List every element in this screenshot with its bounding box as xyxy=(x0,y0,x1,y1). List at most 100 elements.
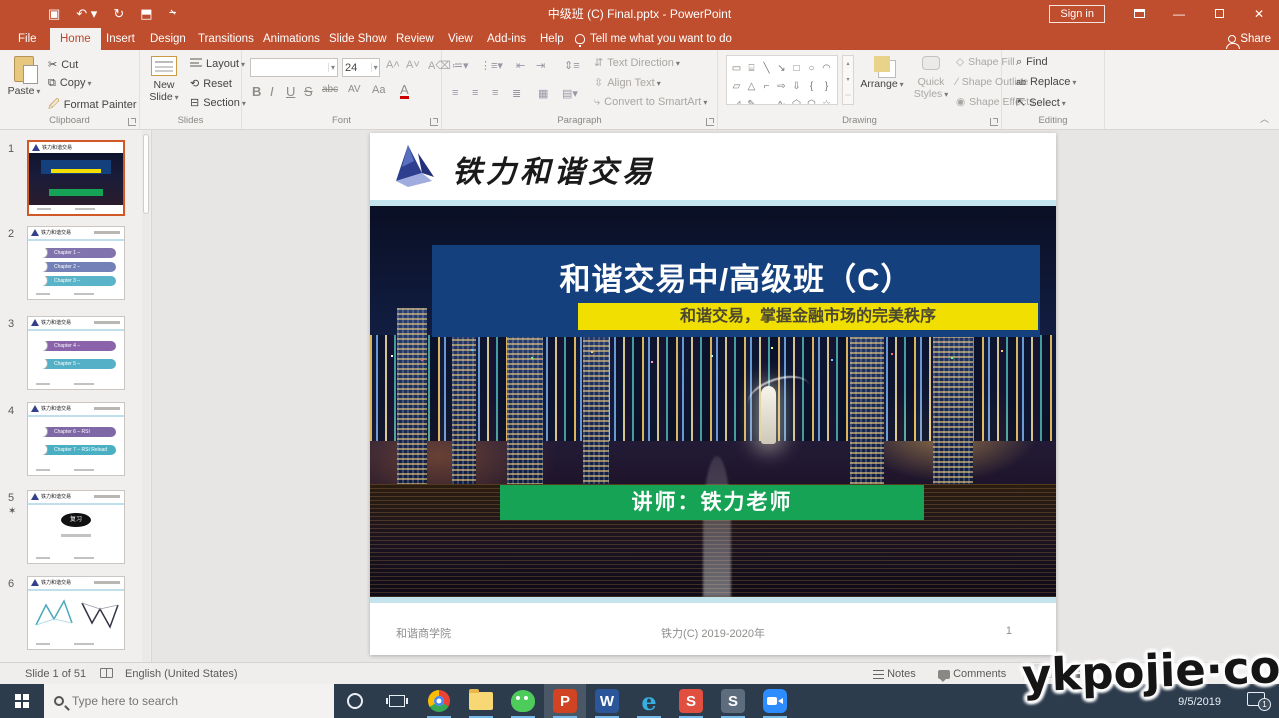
tray-date[interactable]: 9/5/2019 xyxy=(1178,696,1221,708)
grow-font-icon[interactable]: A˄ xyxy=(386,59,400,71)
text-direction-button[interactable]: ⇵Text Direction▾ xyxy=(594,56,680,69)
tab-slideshow[interactable]: Slide Show xyxy=(319,28,397,50)
font-color-icon[interactable]: A xyxy=(400,84,409,99)
app-gray-s-taskbar-button[interactable]: S xyxy=(712,684,754,718)
format-painter-button[interactable]: 🖉Format Painter xyxy=(48,96,136,115)
italic-button[interactable]: I xyxy=(270,84,274,99)
sign-in-button[interactable]: Sign in xyxy=(1049,5,1105,23)
thumbnail-slide-2[interactable]: 铁力和谐交易 Chapter 1 – Chapter 2 – Chapter 3… xyxy=(27,226,125,300)
shadow-abc-icon[interactable]: abc xyxy=(322,84,338,95)
thumbnail-slide-3[interactable]: 铁力和谐交易 Chapter 4 – Chapter 5 – xyxy=(27,316,125,390)
bullets-icon[interactable]: ≔▾ xyxy=(452,59,468,73)
drawing-dialog-launcher[interactable] xyxy=(990,118,998,126)
tell-me-box[interactable]: Tell me what you want to do xyxy=(575,28,732,50)
tab-addins[interactable]: Add-ins xyxy=(477,28,536,50)
select-button[interactable]: ⇱Select▾ xyxy=(1016,96,1066,109)
shrink-font-icon[interactable]: A˅ xyxy=(406,59,420,71)
align-text-button[interactable]: ⇳Align Text▾ xyxy=(594,76,661,89)
instructor-banner[interactable]: 讲师：铁力老师 xyxy=(500,485,924,520)
clipboard-dialog-launcher[interactable] xyxy=(128,118,136,126)
tab-help[interactable]: Help xyxy=(530,28,574,50)
edge-icon: e xyxy=(637,689,661,713)
zoom-taskbar-button[interactable] xyxy=(754,684,796,718)
search-icon xyxy=(54,696,64,706)
restore-icon[interactable] xyxy=(1199,0,1239,28)
powerpoint-taskbar-button[interactable]: P xyxy=(544,684,586,718)
wechat-taskbar-button[interactable] xyxy=(502,684,544,718)
task-view-button[interactable] xyxy=(376,684,418,718)
font-size-combo[interactable]: ▾ xyxy=(342,58,380,77)
shapes-gallery[interactable]: ▭⌸╲↘□○◠ ▱△⌐⇨⇩{} ◿✎◡∿⬠⬡☆ xyxy=(726,55,838,105)
increase-indent-icon[interactable]: ⇥ xyxy=(536,59,552,73)
slide-title-box[interactable]: 和谐交易中/高级班（C） 和谐交易，掌握金融市场的完美秩序 xyxy=(432,245,1040,337)
taskbar-search[interactable] xyxy=(44,684,334,718)
strikethrough-button[interactable]: S xyxy=(304,84,313,99)
replace-button[interactable]: abReplace▾ xyxy=(1016,76,1076,88)
font-name-input[interactable] xyxy=(251,62,328,74)
columns-icon[interactable]: ▦ xyxy=(538,87,554,101)
word-taskbar-button[interactable]: W xyxy=(586,684,628,718)
slide-subtitle-bar[interactable]: 和谐交易，掌握金融市场的完美秩序 xyxy=(578,303,1038,330)
thumbnail-slide-5[interactable]: 铁力和谐交易 复习 xyxy=(27,490,125,564)
collapse-ribbon-icon[interactable]: ︿ xyxy=(1260,112,1269,125)
comments-button[interactable]: Comments xyxy=(938,663,1006,685)
thumbnail-slide-4[interactable]: 铁力和谐交易 Chapter 6 – RSI Chapter 7 – RSI R… xyxy=(27,402,125,476)
align-left-icon[interactable]: ≡ xyxy=(452,87,468,101)
cut-button[interactable]: ✂Cut xyxy=(48,58,78,71)
mini-chart-left xyxy=(34,597,74,631)
line-spacing-icon[interactable]: ⇕≡ xyxy=(564,59,580,73)
thumbnail-slide-6[interactable]: 铁力和谐交易 xyxy=(27,576,125,650)
convert-smartart-button[interactable]: ⤷Convert to SmartArt▾ xyxy=(594,96,707,109)
tab-view[interactable]: View xyxy=(438,28,483,50)
paste-button[interactable]: Paste▾ xyxy=(2,54,46,97)
thumbnail-scrollbar[interactable] xyxy=(142,130,150,662)
shapes-gallery-scroll[interactable]: ▴▾⋯ xyxy=(842,55,854,105)
cortana-icon xyxy=(347,693,363,709)
underline-button[interactable]: U xyxy=(286,84,295,99)
app-red-s-taskbar-button[interactable]: S xyxy=(670,684,712,718)
start-button[interactable] xyxy=(0,684,44,718)
arrange-button[interactable]: Arrange▾ xyxy=(858,54,906,90)
character-spacing-icon[interactable]: AV xyxy=(348,84,361,95)
font-dialog-launcher[interactable] xyxy=(430,118,438,126)
distribute-icon[interactable]: ▤▾ xyxy=(562,87,578,101)
tab-review[interactable]: Review xyxy=(386,28,444,50)
align-right-icon[interactable]: ≡ xyxy=(492,87,508,101)
numbering-icon[interactable]: ⋮≡▾ xyxy=(480,59,496,73)
reset-button[interactable]: ⟲Reset xyxy=(190,77,232,90)
align-center-icon[interactable]: ≡ xyxy=(472,87,488,101)
justify-icon[interactable]: ≣ xyxy=(512,87,528,101)
change-case-icon[interactable]: Aa xyxy=(372,84,385,96)
slide-canvas[interactable]: 铁力和谐交易 和谐交易中/高级班（C） 和谐交易，掌握金融市场的完美秩序 讲师：… xyxy=(370,133,1056,655)
bold-button[interactable]: B xyxy=(252,84,261,99)
tab-insert[interactable]: Insert xyxy=(96,28,145,50)
slide-footer: 和谐商学院 铁力(C) 2019-2020年 1 xyxy=(370,603,1056,655)
font-name-combo[interactable]: ▾ xyxy=(250,58,338,77)
tab-file[interactable]: File xyxy=(8,28,47,50)
edge-taskbar-button[interactable]: e xyxy=(628,684,670,718)
minimize-icon[interactable]: — xyxy=(1159,0,1199,28)
section-button[interactable]: ⊟Section▾ xyxy=(190,96,246,109)
slide-counter[interactable]: Slide 1 of 51 xyxy=(25,663,86,685)
share-button[interactable]: Share xyxy=(1228,28,1271,50)
spellcheck-icon[interactable] xyxy=(100,663,113,685)
notes-button[interactable]: Notes xyxy=(873,663,916,685)
decrease-indent-icon[interactable]: ⇤ xyxy=(516,59,532,73)
search-input[interactable] xyxy=(72,694,302,708)
merlion-statue xyxy=(761,386,776,444)
close-icon[interactable]: ✕ xyxy=(1239,0,1279,28)
cortana-button[interactable] xyxy=(334,684,376,718)
layout-button[interactable]: Layout▾ xyxy=(190,58,245,70)
language-indicator[interactable]: English (United States) xyxy=(125,663,238,685)
new-slide-button[interactable]: New Slide▾ xyxy=(142,54,186,103)
find-button[interactable]: ⌕Find xyxy=(1016,56,1048,69)
copy-button[interactable]: ⧉Copy▾ xyxy=(48,77,92,90)
thumbnail-slide-1[interactable]: 铁力和谐交易 xyxy=(27,140,125,216)
font-size-input[interactable] xyxy=(343,62,371,74)
ribbon-display-options-icon[interactable] xyxy=(1119,0,1159,28)
quick-styles-button[interactable]: Quick Styles▾ xyxy=(908,54,954,100)
chrome-taskbar-button[interactable] xyxy=(418,684,460,718)
explorer-taskbar-button[interactable] xyxy=(460,684,502,718)
paragraph-dialog-launcher[interactable] xyxy=(706,118,714,126)
tab-home[interactable]: Home xyxy=(50,28,101,50)
